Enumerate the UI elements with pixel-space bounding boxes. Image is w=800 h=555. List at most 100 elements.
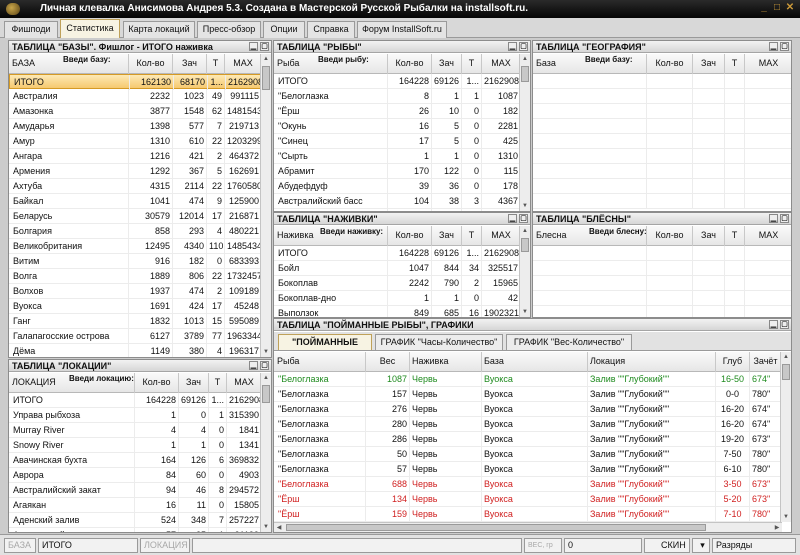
table-row[interactable]: "Белоглазка 157 Червь Вуокса Залив ""Глубоки… — [274, 387, 782, 402]
table-row[interactable]: Амазонка 3877 1548 62 1481543 — [9, 104, 262, 119]
subtab-weight-chart[interactable]: ГРАФИК "Вес-Количество" — [506, 334, 632, 350]
table-row[interactable]: Болгария 858 293 4 480221 — [9, 224, 262, 239]
maximize-icon[interactable]: ▢ — [260, 42, 269, 51]
table-row[interactable]: Австралия 2232 1023 49 991115 — [9, 89, 262, 104]
table-row[interactable]: ИТОГО 164228 69126 1... 2162908 — [274, 74, 521, 89]
column-header[interactable]: MAX — [482, 226, 521, 246]
column-header[interactable]: MAX — [482, 54, 521, 74]
scroll-thumb[interactable] — [521, 66, 529, 82]
table-row[interactable]: Волхов 1937 474 2 109189 — [9, 284, 262, 299]
table-row[interactable]: Дёма 1149 380 4 196317 — [9, 344, 262, 357]
scroll-down-icon[interactable]: ▼ — [261, 522, 271, 532]
vertical-scrollbar[interactable]: ▲ ▼ — [519, 54, 530, 211]
horizontal-scrollbar[interactable]: ◀ ▶ — [274, 522, 782, 532]
column-header[interactable]: Вес — [366, 352, 410, 372]
scroll-thumb[interactable] — [262, 66, 270, 90]
table-row[interactable]: Австралийский басс 104 38 3 4367 — [274, 194, 521, 209]
table-row[interactable]: Murray River 4 4 0 1841 — [9, 423, 262, 438]
column-header[interactable]: Т — [725, 226, 745, 246]
scroll-down-icon[interactable]: ▼ — [520, 307, 530, 317]
minimize-icon[interactable]: ▁ — [769, 214, 778, 223]
table-row[interactable]: Вуокса 1691 424 17 45248 — [9, 299, 262, 314]
tab-press-review[interactable]: Пресс-обзор — [197, 21, 261, 38]
scroll-up-icon[interactable]: ▲ — [520, 226, 530, 236]
table-row[interactable]: "Синец 17 5 0 425 — [274, 134, 521, 149]
column-header[interactable]: Локация — [588, 352, 716, 372]
column-header[interactable]: Кол-во — [388, 54, 432, 74]
tab-help[interactable]: Справка — [307, 21, 355, 38]
table-row[interactable]: Австралийский закат 94 46 8 294572 — [9, 483, 262, 498]
table-row[interactable]: "Окунь 16 5 0 2281 — [274, 119, 521, 134]
table-row[interactable]: Витим 916 182 0 683393 — [9, 254, 262, 269]
table-row[interactable]: Амур 1310 610 22 1203299 — [9, 134, 262, 149]
table-row[interactable]: Аврора 84 60 0 4903 — [9, 468, 262, 483]
table-row[interactable]: "Белоглазка 280 Червь Вуокса Залив ""Глубоки… — [274, 417, 782, 432]
scroll-down-icon[interactable]: ▼ — [520, 201, 530, 211]
column-header[interactable]: MAX — [227, 373, 262, 393]
table-row[interactable]: "Белоглазка 57 Червь Вуокса Залив ""Глубокий… — [274, 462, 782, 477]
table-row[interactable]: Агаякан 16 11 0 15805 — [9, 498, 262, 513]
chevron-down-icon[interactable]: ▾ — [692, 538, 710, 553]
scroll-left-icon[interactable]: ◀ — [274, 523, 284, 532]
status-skin-label[interactable]: СКИН — [644, 538, 690, 553]
column-header[interactable]: Зач — [693, 226, 725, 246]
table-row[interactable]: "Ёрш 134 Червь Вуокса Залив ""Глубокий"" 5-20… — [274, 492, 782, 507]
table-row[interactable]: "Белоглазка 286 Червь Вуокса Залив ""Глубоки… — [274, 432, 782, 447]
vertical-scrollbar[interactable]: ▲ ▼ — [260, 54, 271, 357]
scroll-thumb[interactable] — [286, 524, 706, 531]
table-row[interactable]: Великобритания 12495 4340 110 1485434 — [9, 239, 262, 254]
table-row[interactable]: Байкал 1041 474 9 125900 — [9, 194, 262, 209]
tab-options[interactable]: Опции — [263, 21, 305, 38]
scroll-thumb[interactable] — [262, 385, 270, 403]
status-ranks-label[interactable]: Разряды — [712, 538, 796, 553]
bait-filter-label[interactable]: Введи наживку: — [320, 227, 383, 236]
subtab-hours-chart[interactable]: ГРАФИК "Часы-Количество" — [375, 334, 503, 350]
table-row[interactable]: ИТОГО 162130 68170 1... 2162908 — [9, 74, 263, 90]
geography-filter-label[interactable]: Введи базу: — [585, 55, 633, 64]
minimize-icon[interactable]: ▁ — [508, 214, 517, 223]
column-header[interactable]: Наживка — [410, 352, 482, 372]
maximize-icon[interactable]: □ — [772, 3, 782, 13]
table-row[interactable]: "Белоглазка 276 Червь Вуокса Залив ""Глубоки… — [274, 402, 782, 417]
minimize-icon[interactable]: ▁ — [769, 320, 778, 329]
column-header[interactable]: База — [482, 352, 588, 372]
subtab-caught-fish[interactable]: "ПОЙМАННЫЕ РЫБЫ" — [278, 334, 372, 362]
tab-location-map[interactable]: Карта локаций — [123, 21, 195, 38]
scroll-thumb[interactable] — [521, 238, 529, 252]
table-row[interactable]: ИТОГО 164228 69126 1... 2162908 — [274, 246, 521, 261]
column-header[interactable]: Зачёт — [750, 352, 782, 372]
table-row[interactable]: Австралийский рогозуб230178031147 — [274, 209, 521, 211]
close-icon[interactable]: ✕ — [785, 3, 795, 13]
scroll-right-icon[interactable]: ▶ — [772, 523, 782, 532]
vertical-scrollbar[interactable]: ▲ ▼ — [780, 352, 791, 522]
minimize-icon[interactable]: ▁ — [249, 42, 258, 51]
scroll-up-icon[interactable]: ▲ — [261, 54, 271, 64]
column-header[interactable]: Зач — [432, 226, 462, 246]
minimize-icon[interactable]: ▁ — [769, 42, 778, 51]
column-header[interactable]: MAX — [225, 54, 262, 74]
scroll-down-icon[interactable]: ▼ — [261, 347, 271, 357]
scroll-up-icon[interactable]: ▲ — [261, 373, 271, 383]
vertical-scrollbar[interactable]: ▲ ▼ — [260, 373, 271, 532]
table-row[interactable]: Беларусь 30579 12014 17 216871 — [9, 209, 262, 224]
table-row[interactable]: "Белоглазка 8 1 1 1087 — [274, 89, 521, 104]
column-header[interactable]: Кол-во — [647, 54, 693, 74]
scroll-down-icon[interactable]: ▼ — [781, 512, 791, 522]
minimize-icon[interactable]: _ — [759, 3, 769, 13]
table-row[interactable]: Ганг 1832 1013 15 595089 — [9, 314, 262, 329]
table-row[interactable]: Авачинская бухта 164 126 6 369832 — [9, 453, 262, 468]
column-header[interactable]: Глуб — [716, 352, 750, 372]
table-row[interactable]: Бокоплав 2242 790 2 15965 — [274, 276, 521, 291]
tab-forum[interactable]: Форум InstallSoft.ru — [357, 21, 447, 38]
vertical-scrollbar[interactable]: ▲ ▼ — [519, 226, 530, 317]
table-row[interactable]: Ахтуба 4315 2114 22 1760580 — [9, 179, 262, 194]
minimize-icon[interactable]: ▁ — [249, 361, 258, 370]
column-header[interactable]: Зач — [693, 54, 725, 74]
table-row[interactable]: Абудефдуф 39 36 0 178 — [274, 179, 521, 194]
table-row[interactable]: Адмиралтейство5725131199 — [9, 528, 262, 532]
fish-filter-label[interactable]: Введи рыбу: — [318, 55, 369, 64]
maximize-icon[interactable]: ▢ — [519, 42, 528, 51]
maximize-icon[interactable]: ▢ — [780, 214, 789, 223]
column-header[interactable]: Зач — [432, 54, 462, 74]
maximize-icon[interactable]: ▢ — [780, 320, 789, 329]
